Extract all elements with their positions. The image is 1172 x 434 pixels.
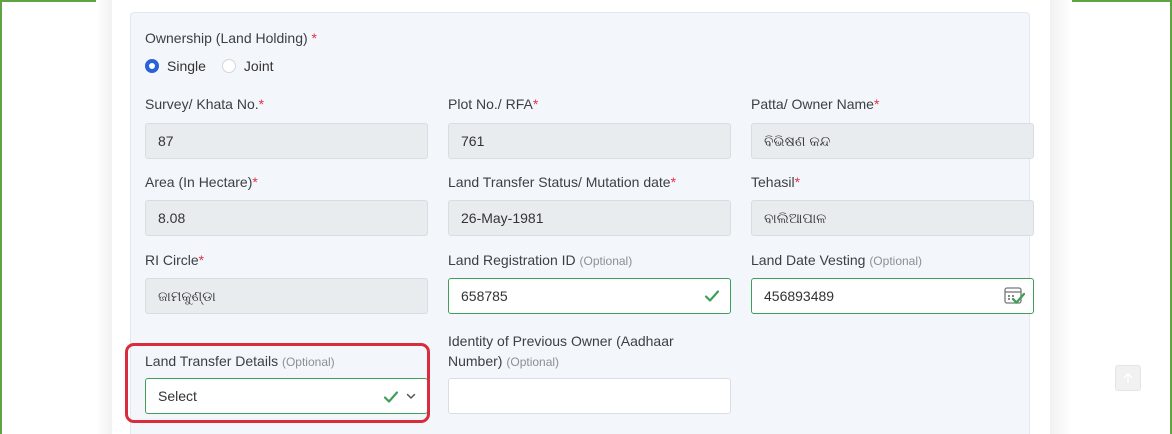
tehasil-field[interactable]: ବାଲିଆପାଳ xyxy=(751,200,1034,236)
mutation-label: Land Transfer Status/ Mutation date* xyxy=(448,174,677,190)
patta-value: ବିଭିଷଣ କନ୍ଦ xyxy=(764,132,831,149)
ownership-radio-group: Single Joint xyxy=(145,58,290,74)
survey-value: 87 xyxy=(158,133,174,149)
area-value: 8.08 xyxy=(158,210,186,226)
calendar-icon[interactable] xyxy=(1003,285,1025,307)
ri-circle-field[interactable]: ଜାମକୁଣ୍ଡା xyxy=(145,278,428,314)
tehasil-value: ବାଲିଆପାଳ xyxy=(764,209,827,226)
radio-single[interactable] xyxy=(145,59,159,73)
previous-owner-label: Identity of Previous Owner (Aadhaar Numb… xyxy=(448,333,674,369)
page-gutter-left xyxy=(96,0,112,434)
survey-label: Survey/ Khata No.* xyxy=(145,96,265,112)
survey-field[interactable]: 87 xyxy=(145,123,428,159)
area-field[interactable]: 8.08 xyxy=(145,200,428,236)
check-icon xyxy=(704,290,720,302)
previous-owner-input[interactable] xyxy=(448,378,731,414)
form-card: Ownership (Land Holding) * Single Joint … xyxy=(112,0,1050,434)
tehasil-label: Tehasil* xyxy=(751,174,801,190)
patta-field[interactable]: ବିଭିଷଣ କନ୍ଦ xyxy=(751,123,1034,159)
vesting-label: Land Date Vesting (Optional) xyxy=(751,252,922,268)
area-label: Area (In Hectare)* xyxy=(145,174,258,190)
ri-circle-label: RI Circle* xyxy=(145,252,205,268)
registration-value: 658785 xyxy=(461,288,508,304)
ri-circle-value: ଜାମକୁଣ୍ଡା xyxy=(158,287,216,304)
plot-value: 761 xyxy=(461,133,485,149)
ownership-label: Ownership (Land Holding) * xyxy=(145,30,317,46)
registration-input[interactable]: 658785 xyxy=(448,278,731,314)
page-gutter-right xyxy=(1050,0,1072,434)
registration-label: Land Registration ID (Optional) xyxy=(448,252,633,268)
arrow-up-icon xyxy=(1123,373,1133,383)
mutation-value: 26-May-1981 xyxy=(461,210,544,226)
radio-joint[interactable] xyxy=(221,59,236,73)
radio-single-label[interactable]: Single xyxy=(167,58,206,74)
plot-label: Plot No./ RFA* xyxy=(448,96,539,112)
land-details-panel: Ownership (Land Holding) * Single Joint … xyxy=(125,12,1034,434)
vesting-value: 456893489 xyxy=(764,288,835,304)
scroll-to-top-button[interactable] xyxy=(1115,365,1141,391)
plot-field[interactable]: 761 xyxy=(448,123,731,159)
patta-label: Patta/ Owner Name* xyxy=(751,96,880,112)
radio-joint-label[interactable]: Joint xyxy=(244,58,274,74)
highlight-annotation xyxy=(125,343,430,423)
mutation-field[interactable]: 26-May-1981 xyxy=(448,200,731,236)
vesting-input[interactable]: 456893489 xyxy=(751,278,1034,314)
